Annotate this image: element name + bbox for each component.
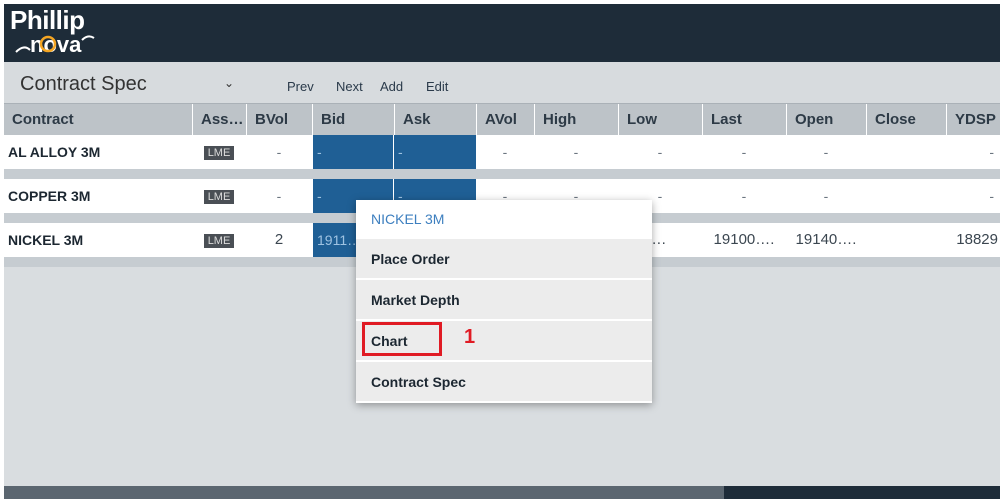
low-cell: - (657, 144, 663, 160)
chevron-down-icon[interactable]: ⌄ (224, 76, 234, 90)
ask-cell[interactable]: - (394, 135, 476, 169)
bid-cell[interactable]: - (313, 135, 393, 169)
context-menu: NICKEL 3M Place Order Market Depth Chart… (356, 200, 652, 403)
nova-wordmark-icon: nova (15, 32, 95, 57)
bvol-cell: - (276, 144, 282, 160)
high-cell: - (573, 144, 579, 160)
menu-item-place-order[interactable]: Place Order (356, 238, 652, 278)
toolbar: Contract Spec ⌄ Prev Next Add Edit (4, 62, 1000, 103)
table-row[interactable]: AL ALLOY 3M LME - - - - - - - - - (4, 135, 1000, 169)
avol-cell: - (502, 144, 508, 160)
contract-name: AL ALLOY 3M (8, 144, 101, 160)
open-cell: 19140…. (795, 231, 857, 248)
add-button[interactable]: Add (380, 79, 403, 94)
menu-item-contract-spec[interactable]: Contract Spec (356, 361, 652, 401)
column-header-avol[interactable]: AVol (476, 104, 534, 136)
column-header-ask[interactable]: Ask (394, 104, 476, 136)
app-header: Phillip nova (4, 4, 1000, 62)
row-divider (4, 169, 1000, 179)
exchange-badge: LME (203, 234, 235, 249)
contract-name: COPPER 3M (8, 188, 91, 204)
ydsp-cell: - (989, 144, 994, 160)
column-header-ydsp[interactable]: YDSP (946, 104, 1000, 136)
scrollbar-thumb[interactable] (724, 486, 1000, 499)
bvol-cell: - (276, 188, 282, 204)
column-header-bid[interactable]: Bid (312, 104, 394, 136)
column-header-high[interactable]: High (534, 104, 618, 136)
column-header-asset[interactable]: Ass… (192, 104, 246, 136)
edit-button[interactable]: Edit (426, 79, 448, 94)
column-header-open[interactable]: Open (786, 104, 866, 136)
column-header-low[interactable]: Low (618, 104, 702, 136)
column-header-contract[interactable]: Contract (4, 104, 192, 136)
context-menu-title: NICKEL 3M (356, 200, 652, 238)
open-cell: - (823, 188, 829, 204)
last-cell: - (741, 144, 747, 160)
ydsp-cell: 18829 (956, 231, 998, 248)
exchange-badge: LME (203, 190, 235, 205)
highlight-box (362, 322, 442, 356)
column-header-close[interactable]: Close (866, 104, 946, 136)
ydsp-cell: - (989, 188, 994, 204)
close-cell (866, 135, 946, 169)
prev-button[interactable]: Prev (287, 79, 314, 94)
close-cell (866, 179, 946, 213)
menu-item-market-depth[interactable]: Market Depth (356, 279, 652, 319)
view-selector[interactable]: Contract Spec (20, 73, 147, 96)
phillip-nova-logo: Phillip nova (10, 6, 140, 58)
table-header: Contract Ass… BVol Bid Ask AVol High Low… (4, 103, 1000, 136)
last-cell: 19100…. (713, 231, 775, 248)
horizontal-scrollbar[interactable] (4, 486, 1000, 499)
next-button[interactable]: Next (336, 79, 363, 94)
open-cell: - (823, 144, 829, 160)
contract-name: NICKEL 3M (8, 232, 84, 248)
column-header-bvol[interactable]: BVol (246, 104, 312, 136)
step-callout: 1 (464, 326, 476, 348)
exchange-badge: LME (203, 146, 235, 161)
bvol-cell: 2 (274, 231, 284, 248)
close-cell (866, 223, 946, 257)
column-header-last[interactable]: Last (702, 104, 786, 136)
last-cell: - (741, 188, 747, 204)
